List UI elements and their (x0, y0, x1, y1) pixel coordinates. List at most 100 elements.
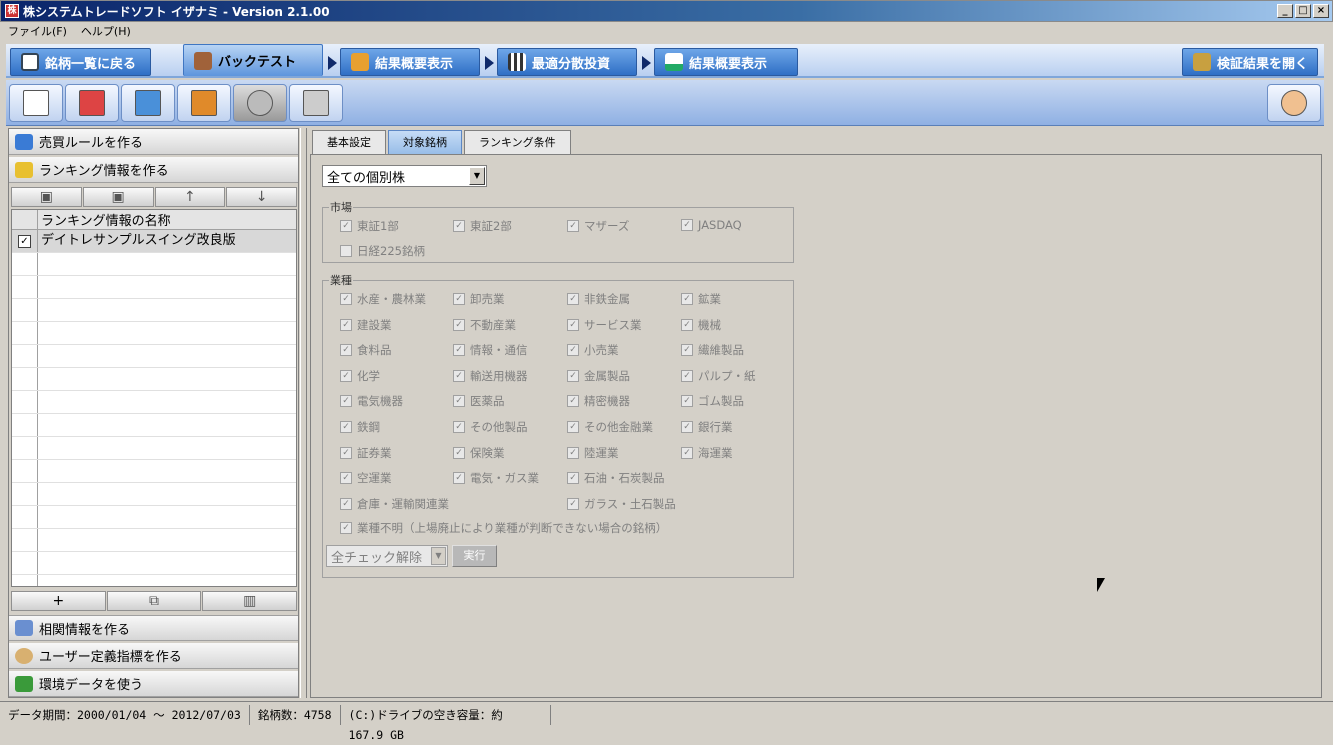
grid-actions: + ⧉ ▥ (11, 591, 298, 611)
table-row[interactable]: ✓ デイトレサンプルスイング改良版 (12, 230, 296, 253)
section-trading-rules[interactable]: 売買ルールを作る (9, 129, 298, 155)
new-button[interactable] (9, 84, 63, 122)
settings-button[interactable] (289, 84, 343, 122)
industry-checkbox[interactable]: ✓ 倉庫・運輸関連業 (340, 496, 449, 512)
industry-checkbox[interactable]: ✓ 電気機器 (340, 393, 403, 409)
chevron-down-icon: ▼ (431, 547, 446, 565)
section-correlation[interactable]: 相関情報を作る (9, 615, 298, 641)
nav-backtest[interactable]: バックテスト (183, 44, 323, 76)
industry-checkbox[interactable]: ✓ パルプ・紙 (681, 368, 756, 384)
industry-checkbox[interactable]: ✓ 海運業 (681, 445, 733, 461)
industry-checkbox[interactable]: ✓ 非鉄金属 (567, 291, 630, 307)
move-down-button[interactable]: ↓ (226, 187, 297, 207)
move-up-button[interactable]: ↑ (154, 187, 226, 207)
import-icon (191, 90, 217, 116)
unknown-industry-checkbox[interactable]: ✓ 業種不明（上場廃止により業種が判断できない場合の銘柄） (340, 520, 667, 536)
ranking-toolbar: ▣ ▣ ↑ ↓ (11, 187, 297, 207)
save-as-button[interactable]: ▣ (82, 187, 154, 207)
industry-checkbox[interactable]: ✓ 金属製品 (567, 368, 630, 384)
nav-back-to-list[interactable]: 銘柄一覧に戻る (10, 48, 151, 76)
market-checkbox[interactable]: ✓ 東証2部 (453, 218, 512, 234)
delete-button[interactable]: ▥ (202, 591, 298, 611)
market-checkbox[interactable]: ✓ JASDAQ (681, 218, 742, 232)
menu-help[interactable]: ヘルプ(H) (81, 23, 131, 39)
market-checkbox[interactable]: ✓ マザーズ (567, 218, 629, 234)
industry-checkbox[interactable]: ✓ 鉄鋼 (340, 419, 380, 435)
industry-checkbox[interactable]: ✓ ガラス・土石製品 (567, 496, 676, 512)
settings-tabs: 基本設定 対象銘柄 ランキング条件 (312, 130, 573, 154)
row-checkbox[interactable]: ✓ (18, 234, 31, 248)
industry-checkbox[interactable]: ✓ 電気・ガス業 (453, 470, 539, 486)
industry-checkbox[interactable]: ✓ 水産・農林業 (340, 291, 426, 307)
tab-target[interactable]: 対象銘柄 (388, 130, 462, 154)
industry-checkbox[interactable]: ✓ 小売業 (567, 342, 619, 358)
bag-icon (194, 51, 212, 70)
add-button[interactable]: + (11, 591, 106, 611)
industry-checkbox[interactable]: ✓ 空運業 (340, 470, 392, 486)
bulk-action-select[interactable]: 全チェック解除 ▼ (326, 545, 448, 567)
industry-checkbox[interactable]: ✓ 医薬品 (453, 393, 505, 409)
execute-button[interactable]: 実行 (452, 545, 497, 567)
industry-checkbox[interactable]: ✓ サービス業 (567, 317, 642, 333)
export-icon (135, 90, 161, 116)
crown-icon (15, 161, 33, 178)
minimize-button[interactable]: _ (1277, 4, 1293, 18)
nav-optimize[interactable]: 最適分散投資 (497, 48, 637, 76)
rules-icon (15, 133, 33, 150)
import-button[interactable] (177, 84, 231, 122)
section-user-index[interactable]: ユーザー定義指標を作る (9, 643, 298, 669)
industry-checkbox[interactable]: ✓ 石油・石炭製品 (567, 470, 665, 486)
nav-summary-2[interactable]: 結果概要表示 (654, 48, 798, 76)
industry-checkbox[interactable]: ✓ 保険業 (453, 445, 505, 461)
nav-summary-1[interactable]: 結果概要表示 (340, 48, 480, 76)
industry-checkbox[interactable]: ✓ その他製品 (453, 419, 528, 435)
wand-button[interactable] (233, 84, 287, 122)
stock-type-select[interactable]: 全ての個別株 ▼ (322, 165, 487, 187)
section-environment[interactable]: 環境データを使う (9, 671, 298, 697)
export-button[interactable] (121, 84, 175, 122)
table-row (12, 253, 296, 276)
market-checkbox[interactable]: ✓ 東証1部 (340, 218, 399, 234)
market-checkbox[interactable]: 日経225銘柄 (340, 243, 425, 259)
menu-bar: ファイル(F) ヘルプ(H) (0, 22, 1333, 40)
maximize-button[interactable]: □ (1295, 4, 1311, 18)
tab-basic[interactable]: 基本設定 (312, 130, 386, 154)
table-row (12, 483, 296, 506)
trash-icon: ▥ (243, 593, 257, 609)
save-button[interactable]: ▣ (11, 187, 82, 207)
industry-checkbox[interactable]: ✓ 卸売業 (453, 291, 505, 307)
industry-checkbox[interactable]: ✓ 証券業 (340, 445, 392, 461)
industry-checkbox[interactable]: ✓ 情報・通信 (453, 342, 528, 358)
close-button[interactable]: × (1313, 4, 1329, 18)
industry-checkbox[interactable]: ✓ 鉱業 (681, 291, 721, 307)
industry-checkbox[interactable]: ✓ 繊維製品 (681, 342, 744, 358)
panel-splitter[interactable] (300, 128, 307, 698)
copy-button[interactable]: ⧉ (106, 591, 202, 611)
table-row (12, 414, 296, 437)
industry-checkbox[interactable]: ✓ 精密機器 (567, 393, 630, 409)
industry-checkbox[interactable]: ✓ ゴム製品 (681, 393, 744, 409)
industry-checkbox[interactable]: ✓ その他金融業 (567, 419, 653, 435)
app-icon: 株 (5, 4, 19, 18)
status-disk: (C:)ドライブの空き容量：約 167.9 GB (341, 704, 551, 742)
mouse-cursor-icon (1097, 578, 1105, 592)
industry-checkbox[interactable]: ✓ 不動産業 (453, 317, 516, 333)
copy-icon: ⧉ (149, 593, 159, 609)
industry-checkbox[interactable]: ✓ 銀行業 (681, 419, 733, 435)
tab-ranking[interactable]: ランキング条件 (464, 130, 571, 154)
toolbox-icon (79, 90, 105, 116)
industry-checkbox[interactable]: ✓ 食料品 (340, 342, 392, 358)
industry-checkbox[interactable]: ✓ 陸運業 (567, 445, 619, 461)
profile-button[interactable] (1267, 84, 1321, 122)
menu-file[interactable]: ファイル(F) (8, 23, 67, 39)
open-file-icon (1193, 53, 1211, 71)
industry-checkbox[interactable]: ✓ 建設業 (340, 317, 392, 333)
industry-checkbox[interactable]: ✓ 化学 (340, 368, 380, 384)
run-button[interactable] (65, 84, 119, 122)
open-results-button[interactable]: 検証結果を開く (1182, 48, 1318, 76)
section-ranking[interactable]: ランキング情報を作る (9, 157, 298, 183)
industry-checkbox[interactable]: ✓ 輸送用機器 (453, 368, 528, 384)
arrow-icon (328, 56, 337, 70)
industry-checkbox[interactable]: ✓ 機械 (681, 317, 721, 333)
table-row (12, 529, 296, 552)
